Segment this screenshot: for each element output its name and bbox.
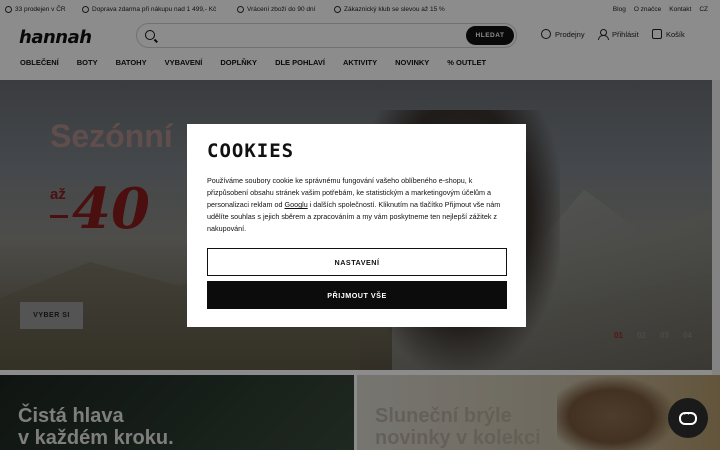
chat-bubble-icon — [679, 408, 697, 425]
cookie-google-link[interactable]: Googlu — [285, 200, 308, 209]
chat-button[interactable] — [668, 398, 708, 438]
cookie-title: COOKIES — [207, 140, 295, 162]
cookie-text: Používáme soubory cookie ke správnému fu… — [207, 175, 511, 235]
cookie-settings-button[interactable]: NASTAVENÍ — [207, 248, 507, 276]
cookie-accept-all-button[interactable]: PŘIJMOUT VŠE — [207, 281, 507, 309]
cookie-dialog: COOKIES Používáme soubory cookie ke sprá… — [187, 124, 526, 327]
